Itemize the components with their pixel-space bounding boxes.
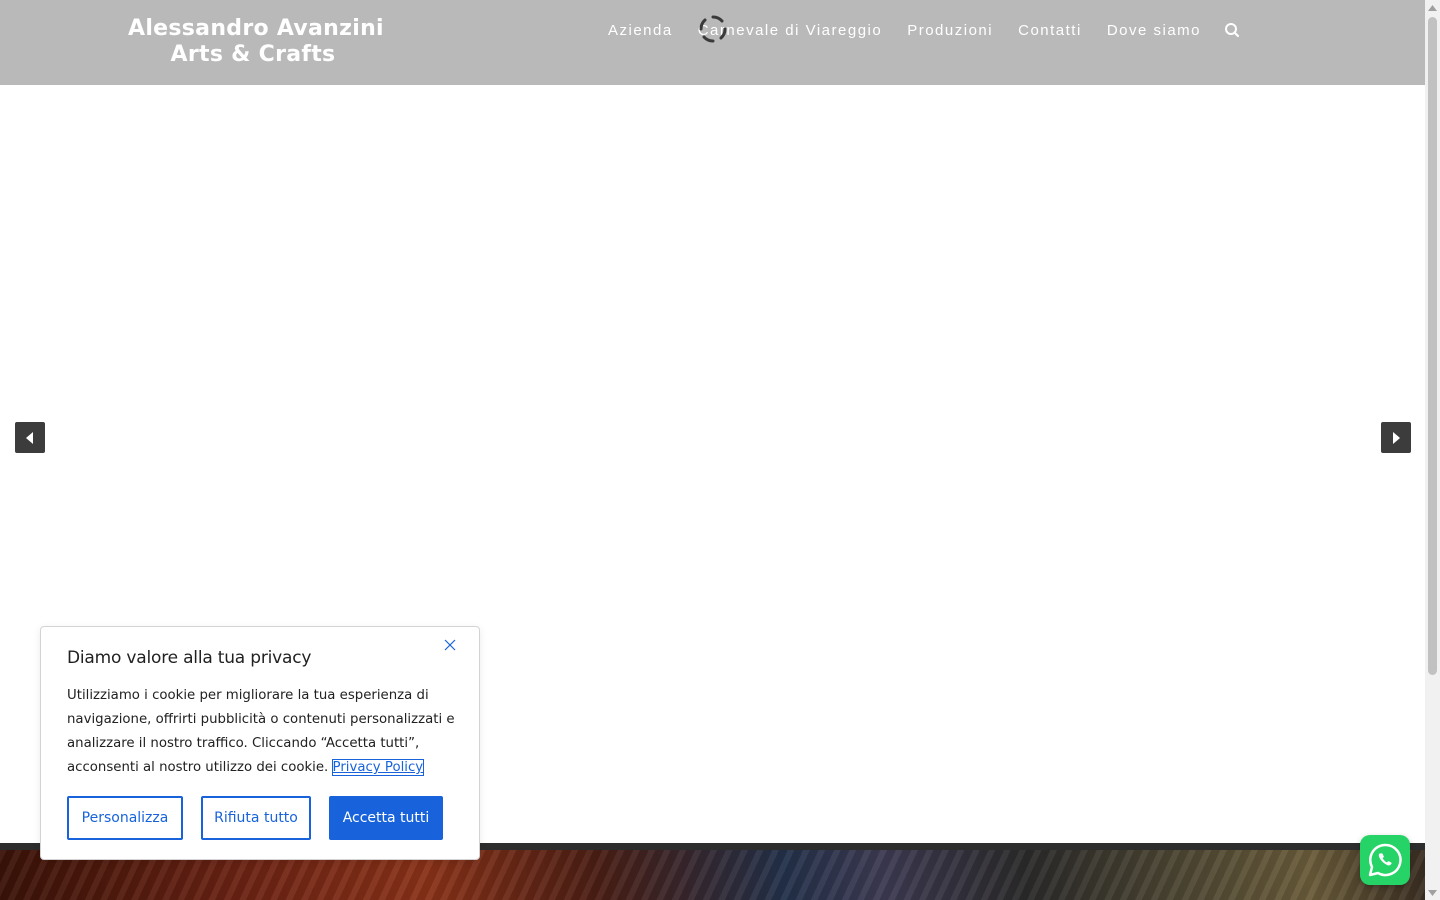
accept-all-button[interactable]: Accetta tutti (329, 796, 443, 840)
logo-line-2: Arts & Crafts (170, 42, 336, 67)
nav-item-dove-siamo[interactable]: Dove siamo (1107, 22, 1201, 39)
scroll-thumb[interactable] (1428, 17, 1437, 675)
privacy-policy-link[interactable]: Privacy Policy (331, 759, 425, 776)
scroll-up-icon[interactable] (1425, 0, 1440, 15)
site-logo[interactable]: Alessandro Avanzini Arts & Crafts (128, 16, 384, 68)
customize-button[interactable]: Personalizza (67, 796, 183, 840)
page-scrollbar[interactable] (1425, 0, 1440, 900)
slider-next-button[interactable] (1381, 422, 1411, 453)
cookie-banner: Diamo valore alla tua privacy Utilizziam… (40, 626, 480, 860)
search-icon[interactable] (1222, 20, 1242, 40)
slider-prev-button[interactable] (15, 422, 45, 453)
close-icon[interactable] (443, 637, 457, 651)
nav-item-contatti[interactable]: Contatti (1018, 22, 1082, 39)
whatsapp-button[interactable] (1360, 835, 1410, 885)
whatsapp-icon (1368, 843, 1402, 877)
nav-item-produzioni[interactable]: Produzioni (907, 22, 993, 39)
logo-line-1: Alessandro Avanzini (128, 16, 384, 41)
cookie-title: Diamo valore alla tua privacy (67, 648, 312, 668)
cookie-description: Utilizziamo i cookie per migliorare la t… (67, 684, 457, 780)
reject-all-button[interactable]: Rifiuta tutto (201, 796, 311, 840)
triangle-right-icon (1393, 431, 1400, 444)
scroll-down-icon[interactable] (1425, 885, 1440, 900)
spinner-icon (698, 14, 728, 44)
triangle-left-icon (26, 431, 33, 444)
nav-item-azienda[interactable]: Azienda (608, 22, 673, 39)
